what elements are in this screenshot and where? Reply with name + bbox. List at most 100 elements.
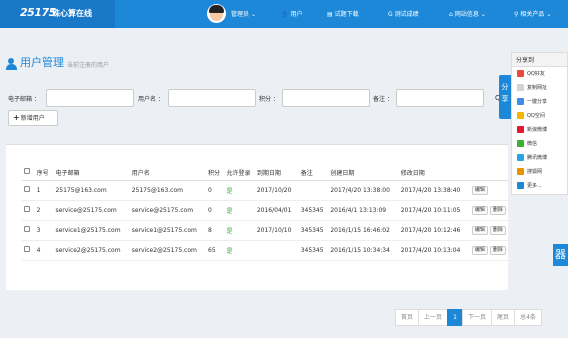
- row-note: [298, 180, 329, 201]
- user-icon: 👤: [281, 11, 289, 18]
- file-icon: ▤: [327, 11, 333, 18]
- username-filter-label: 用户名 ：: [138, 96, 164, 103]
- avatar[interactable]: [207, 4, 226, 23]
- col-allowed: 允许登录: [224, 165, 255, 181]
- row-allowed: 是: [224, 200, 255, 221]
- weibo-icon: [517, 126, 524, 133]
- page-prev[interactable]: 上一页: [418, 309, 449, 326]
- chevron-down-icon: ⌄: [480, 11, 486, 18]
- share-tab[interactable]: 分享: [499, 75, 511, 119]
- share-weibo[interactable]: 新浪微博: [512, 123, 567, 137]
- nav-products[interactable]: ⚲ 相关产品 ⌄: [514, 9, 551, 18]
- page-subtitle: 当前注册的用户: [67, 62, 110, 69]
- row-expire: 2016/04/01: [254, 200, 299, 221]
- nav-scores[interactable]: G 测试成绩: [388, 9, 419, 18]
- row-username: service1@25175.com: [129, 220, 207, 241]
- delete-button[interactable]: 删除: [489, 245, 506, 255]
- col-expire: 到期日期: [254, 165, 299, 181]
- row-created: 2017/4/20 13:38:00: [328, 180, 399, 201]
- row-email: service2@25175.com: [53, 240, 130, 261]
- logo-mark: 25175: [20, 6, 56, 19]
- nav-downloads[interactable]: ▤ 试题下载: [327, 9, 359, 18]
- points-filter-input[interactable]: [282, 89, 370, 107]
- row-checkbox[interactable]: [24, 246, 30, 252]
- row-no: 2: [34, 200, 54, 221]
- qr-code-icon[interactable]: 器: [553, 244, 568, 266]
- edit-button[interactable]: 编辑: [471, 185, 488, 195]
- share-one-click[interactable]: 一键分享: [512, 95, 567, 109]
- col-email: 电子邮箱: [53, 165, 130, 181]
- share-more[interactable]: 更多...: [512, 179, 567, 193]
- email-filter-label: 电子邮箱 ：: [8, 96, 40, 103]
- nav-admin-menu[interactable]: 管理员 ⌄: [231, 9, 256, 18]
- row-email: service@25175.com: [53, 200, 130, 221]
- nav-users[interactable]: 👤 用户: [281, 9, 303, 18]
- page-title-text: 用户管理: [20, 56, 64, 69]
- username-filter-input[interactable]: [168, 89, 256, 107]
- row-checkbox[interactable]: [24, 206, 30, 212]
- page-first[interactable]: 首页: [395, 309, 420, 326]
- note-filter-input[interactable]: [396, 89, 484, 107]
- row-checkbox[interactable]: [24, 186, 30, 192]
- select-all-checkbox[interactable]: [24, 168, 30, 175]
- table-row[interactable]: 3 service1@25175.com service1@25175.com …: [22, 220, 508, 241]
- col-username: 用户名: [129, 165, 207, 181]
- edit-button[interactable]: 编辑: [471, 245, 488, 255]
- col-no: 序号: [34, 165, 54, 181]
- nav-site-info[interactable]: ⌂ 网站信息 ⌄: [449, 9, 486, 18]
- row-modified: 2017/4/20 10:11:05: [398, 200, 470, 221]
- share-qq-friend[interactable]: QQ好友: [512, 67, 567, 81]
- share-wechat[interactable]: 微信: [512, 137, 567, 151]
- plus-icon: +: [13, 113, 20, 122]
- delete-button[interactable]: 删除: [489, 225, 506, 235]
- row-note: 345345: [298, 240, 329, 261]
- table-row[interactable]: 2 service@25175.com service@25175.com 0 …: [22, 200, 508, 221]
- qq-icon: [517, 70, 524, 77]
- row-no: 3: [34, 220, 54, 241]
- row-allowed: 是: [224, 240, 255, 261]
- points-filter-label: 积分 ：: [259, 96, 279, 103]
- col-points: 积分: [206, 165, 225, 181]
- share-icon: [517, 98, 524, 105]
- home-icon: ⌂: [449, 11, 453, 18]
- users-table: 序号 电子邮箱 用户名 积分 允许登录 到期日期 备注 创建日期 修改日期 1 …: [22, 165, 508, 261]
- share-tencent-weibo[interactable]: 腾讯微博: [512, 151, 567, 165]
- row-username: service@25175.com: [129, 200, 207, 221]
- page-current[interactable]: 1: [447, 309, 464, 326]
- page-next[interactable]: 下一页: [462, 309, 493, 326]
- select-all-cell[interactable]: [22, 165, 35, 181]
- table-row[interactable]: 4 service2@25175.com service2@25175.com …: [22, 240, 508, 261]
- users-panel: 序号 电子邮箱 用户名 积分 允许登录 到期日期 备注 创建日期 修改日期 1 …: [6, 144, 508, 290]
- table-row[interactable]: 1 25175@163.com 25175@163.com 0 是 2017/1…: [22, 180, 508, 201]
- row-modified: 2017/4/20 13:38:40: [398, 180, 470, 201]
- row-points: 65: [206, 240, 225, 261]
- tencent-weibo-icon: [517, 154, 524, 161]
- email-filter-input[interactable]: [46, 89, 134, 107]
- row-modified: 2017/4/20 10:13:04: [398, 240, 470, 261]
- row-email: service1@25175.com: [53, 220, 130, 241]
- delete-button[interactable]: 删除: [489, 205, 506, 215]
- g-icon: G: [388, 11, 393, 18]
- row-username: 25175@163.com: [129, 180, 207, 201]
- col-ops: [469, 165, 508, 181]
- share-qzone[interactable]: QQ空间: [512, 109, 567, 123]
- edit-button[interactable]: 编辑: [471, 205, 488, 215]
- link-icon: ⚲: [514, 11, 519, 18]
- share-copy-url[interactable]: 复制网址: [512, 81, 567, 95]
- page-title: 用户管理 当前注册的用户: [6, 54, 109, 70]
- page-last[interactable]: 尾页: [491, 309, 516, 326]
- edit-button[interactable]: 编辑: [471, 225, 488, 235]
- row-checkbox[interactable]: [24, 226, 30, 232]
- row-created: 2016/1/15 16:46:02: [328, 220, 399, 241]
- chevron-down-icon: ⌄: [546, 11, 552, 18]
- add-user-button[interactable]: +新增用户: [8, 110, 58, 126]
- page-total: 总4条: [514, 309, 542, 326]
- share-sohu[interactable]: 搜狐网: [512, 165, 567, 179]
- sohu-icon: [517, 168, 524, 175]
- top-navbar: 25175 珠心算在线 管理员 ⌄ 👤 用户 ▤ 试题下载 G 测试成绩 ⌂ 网站信息 …: [0, 0, 568, 28]
- note-filter-label: 备注 ：: [373, 96, 393, 103]
- site-logo[interactable]: 25175 珠心算在线: [0, 0, 115, 28]
- share-panel: 分享到 QQ好友 复制网址 一键分享 QQ空间 新浪微博 微信 腾讯微博 搜狐网…: [511, 52, 568, 195]
- row-created: 2016/4/1 13:13:09: [328, 200, 399, 221]
- copy-icon: [517, 84, 524, 91]
